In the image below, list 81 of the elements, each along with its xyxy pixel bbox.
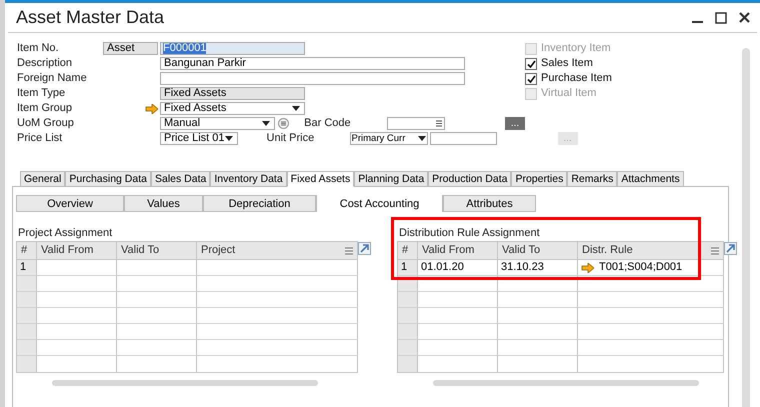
readonly-field: Fixed Assets xyxy=(160,87,305,100)
maximize-icon[interactable] xyxy=(715,12,727,24)
checkbox-label: Inventory Item xyxy=(541,41,611,56)
column-header-label: # xyxy=(402,243,408,258)
row-number: 1 xyxy=(17,260,37,275)
column-menu-icon[interactable] xyxy=(711,246,719,254)
column-header-label: Valid To xyxy=(502,243,540,258)
sub-tab[interactable]: Values xyxy=(124,195,203,212)
field-label: Price List xyxy=(17,131,64,146)
sub-tab[interactable]: Cost Accounting xyxy=(316,195,443,212)
tab[interactable]: Purchasing Data xyxy=(65,171,151,187)
tab[interactable]: Attachments xyxy=(617,171,684,187)
column-header[interactable]: # xyxy=(398,242,418,259)
field-label: UoM Group xyxy=(17,116,75,132)
field-label: Item No. xyxy=(17,41,60,56)
column-header-label: # xyxy=(21,243,28,258)
field-label: Description xyxy=(17,56,74,72)
currency-dropdown[interactable]: Primary Curr xyxy=(350,132,428,145)
item-code-field: Asset xyxy=(103,42,158,55)
column-menu-icon[interactable] xyxy=(345,246,353,254)
column-header[interactable]: # xyxy=(17,242,37,259)
link-arrow-icon[interactable] xyxy=(145,104,158,114)
checkbox[interactable] xyxy=(525,58,537,70)
more-button[interactable]: ... xyxy=(505,117,525,130)
tab[interactable]: Sales Data xyxy=(151,171,210,187)
column-header-label: Valid To xyxy=(121,243,160,258)
horizontal-scrollbar[interactable] xyxy=(433,380,699,386)
table-cell: 01.01.20 xyxy=(418,260,498,275)
field-label: Bar Code xyxy=(304,116,352,132)
checkbox[interactable] xyxy=(525,72,537,84)
field-label: Unit Price xyxy=(266,131,316,146)
dropdown-field[interactable]: Price List 01 xyxy=(160,132,238,145)
column-header[interactable]: Valid To xyxy=(498,242,578,259)
checkbox-label: Purchase Item xyxy=(541,71,612,86)
tab[interactable]: Properties xyxy=(511,171,568,187)
selected-text: F000001 xyxy=(163,43,206,54)
column-header-label: Project xyxy=(201,243,236,258)
column-header-label: Distr. Rule xyxy=(582,243,633,258)
expand-icon[interactable] xyxy=(358,242,371,255)
tab[interactable]: Remarks xyxy=(567,171,618,187)
sub-tab[interactable]: Attributes xyxy=(443,195,536,212)
dropdown-field[interactable]: Fixed Assets xyxy=(160,102,305,115)
dropdown-caret-icon xyxy=(224,136,233,141)
table-title: Distribution Rule Assignment xyxy=(399,227,541,241)
text-field[interactable]: Bangunan Parkir xyxy=(160,57,465,70)
column-header-label: Valid From xyxy=(422,243,474,258)
dropdown-caret-icon xyxy=(418,136,426,141)
sub-tab[interactable]: Depreciation xyxy=(203,195,316,212)
dropdown-caret-icon xyxy=(292,106,300,111)
tab[interactable]: Production Data xyxy=(428,171,512,187)
field-label: Item Type xyxy=(17,86,66,102)
tab[interactable]: Planning Data xyxy=(354,171,428,187)
dropdown-field[interactable]: Manual xyxy=(160,117,276,130)
tab[interactable]: Inventory Data xyxy=(210,171,287,187)
field-label: Foreign Name xyxy=(17,71,88,86)
row-number: 1 xyxy=(398,260,418,275)
close-icon[interactable] xyxy=(739,12,750,23)
checkbox-label: Virtual Item xyxy=(541,86,596,102)
sub-tab[interactable]: Overview xyxy=(16,195,124,212)
list-icon[interactable] xyxy=(278,118,290,129)
field-label: Item Group xyxy=(17,101,74,116)
link-arrow-icon[interactable] xyxy=(581,262,594,272)
column-header[interactable]: Valid From xyxy=(418,242,498,259)
table-cell: 31.10.23 xyxy=(498,260,578,275)
vertical-scrollbar[interactable] xyxy=(742,48,750,407)
text-field[interactable] xyxy=(160,72,465,85)
checkbox-label: Sales Item xyxy=(541,56,593,72)
window-title: Asset Master Data xyxy=(16,6,164,29)
table-title: Project Assignment xyxy=(18,227,114,241)
list-icon xyxy=(436,120,442,127)
column-header[interactable]: Valid To xyxy=(117,242,197,259)
horizontal-scrollbar[interactable] xyxy=(52,380,318,386)
expand-icon[interactable] xyxy=(724,242,737,255)
barcode-field[interactable] xyxy=(387,117,445,130)
column-header[interactable]: Valid From xyxy=(37,242,117,259)
tab[interactable]: Fixed Assets xyxy=(286,171,354,187)
unit-price-field[interactable] xyxy=(430,132,497,145)
dropdown-caret-icon xyxy=(262,121,270,126)
tab[interactable]: General xyxy=(20,171,66,187)
item-number-field[interactable]: F000001 xyxy=(160,42,305,55)
column-header-label: Valid From xyxy=(41,243,94,258)
